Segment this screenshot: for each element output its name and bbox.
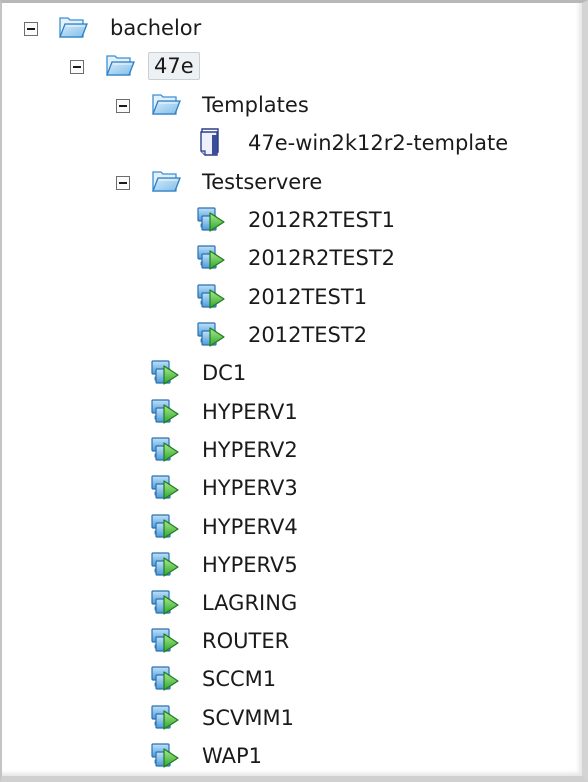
tree-node-label: HYPERV5 [202, 553, 298, 577]
vm-icon [150, 396, 182, 426]
tree-node-label: LAGRING [202, 591, 298, 615]
tree-node-label: 2012R2TEST2 [248, 246, 396, 270]
collapse-toggle[interactable] [116, 99, 130, 113]
vm-icon [150, 357, 182, 387]
folder-open-icon [104, 49, 136, 79]
vm-icon [150, 549, 182, 579]
tree-node-label: HYPERV4 [202, 515, 298, 539]
tree-node-label: 2012TEST1 [248, 285, 368, 309]
tree-node-label: Templates [202, 93, 309, 117]
vm-icon [196, 319, 228, 349]
tree-node-label: 47e [148, 52, 200, 80]
folder-open-icon [150, 165, 182, 195]
folder-open-icon [57, 11, 89, 41]
inventory-tree-panel: bachelor 47e Templates 47e-win2k12r2-tem… [0, 0, 588, 782]
tree-node-label: HYPERV2 [202, 438, 298, 462]
tree-node-label: 2012R2TEST1 [248, 208, 396, 232]
tree-node-label: Testservere [202, 170, 323, 194]
tree-node-label: HYPERV3 [202, 476, 298, 500]
tree-node-label: HYPERV1 [202, 400, 298, 424]
collapse-toggle[interactable] [24, 22, 38, 36]
vm-icon [196, 281, 228, 311]
vm-icon [196, 242, 228, 272]
vm-icon [150, 511, 182, 541]
folder-open-icon [150, 88, 182, 118]
tree-node-label: ROUTER [202, 629, 290, 653]
tree-node-label: SCCM1 [202, 667, 277, 691]
tree-node-label: SCVMM1 [202, 706, 294, 730]
collapse-toggle[interactable] [116, 176, 130, 190]
collapse-toggle[interactable] [70, 60, 84, 74]
tree-node-label: 47e-win2k12r2-template [248, 131, 509, 155]
vm-icon [150, 587, 182, 617]
tree-node-label: DC1 [202, 361, 247, 385]
template-icon [194, 126, 226, 156]
vm-icon [150, 702, 182, 732]
vm-icon [150, 663, 182, 693]
vm-icon [150, 740, 182, 770]
tree-node-label: WAP1 [202, 744, 263, 768]
vm-icon [196, 204, 228, 234]
vm-icon [150, 472, 182, 502]
tree-node-label: bachelor [110, 16, 202, 40]
vm-icon [150, 625, 182, 655]
tree-node-label: 2012TEST2 [248, 323, 368, 347]
vm-icon [150, 434, 182, 464]
